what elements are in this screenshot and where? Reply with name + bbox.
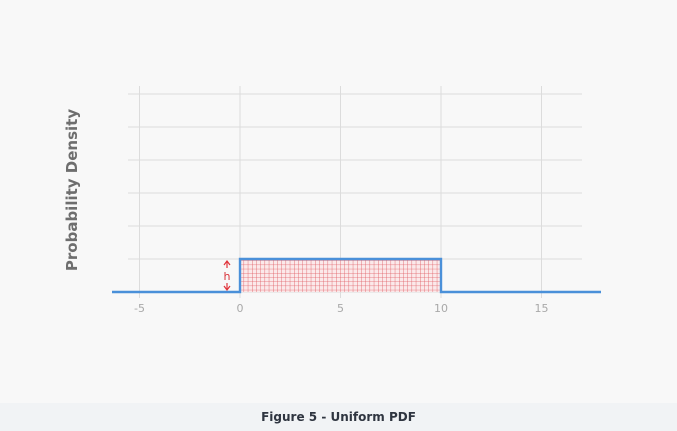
- uniform-pdf-chart: -5 0 5 10 15 h Probability Density: [63, 86, 601, 315]
- y-axis-label: Probability Density: [63, 109, 81, 271]
- h-label: h: [224, 270, 231, 283]
- height-annotation: h: [224, 260, 231, 291]
- x-tick-label: -5: [134, 302, 145, 315]
- x-tick-label: 15: [535, 302, 549, 315]
- x-tick-labels: -5 0 5 10 15: [134, 302, 548, 315]
- x-tick-label: 5: [337, 302, 344, 315]
- shaded-area: [240, 259, 441, 292]
- caption-bar: Figure 5 - Uniform PDF: [0, 403, 677, 431]
- plot-area: -5 0 5 10 15 h Probability Density: [0, 0, 677, 403]
- figure-caption: Figure 5 - Uniform PDF: [261, 410, 416, 424]
- x-tick-label: 0: [237, 302, 244, 315]
- figure: -5 0 5 10 15 h Probability Density Figure 5 …: [0, 0, 677, 431]
- x-tick-label: 10: [434, 302, 448, 315]
- uniform-density-rect: [240, 259, 441, 292]
